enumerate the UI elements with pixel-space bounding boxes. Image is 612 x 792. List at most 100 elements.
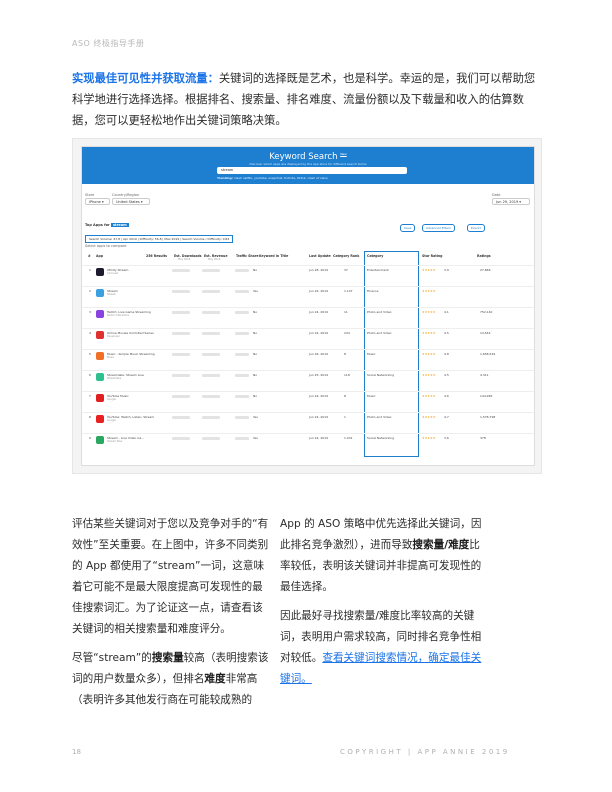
row-keyword-in-title: Yes [253, 436, 258, 440]
country-select[interactable]: United States ▾ [112, 198, 150, 205]
row-last-update: Jun 24, 2019 [309, 289, 329, 293]
row-last-update: Jun 28, 2019 [309, 268, 329, 272]
row-ratings: 1,578,798 [480, 415, 496, 419]
row-last-update: Jun 24, 2019 [309, 331, 329, 335]
col-category-rank[interactable]: Category Rank [333, 254, 359, 258]
document-header: ASO 终极指导手册 [72, 39, 145, 48]
table-row[interactable]: 9 Stream - Live Video Ca... Stream Now Yes J… [82, 433, 534, 445]
blurred-value [235, 416, 249, 419]
row-keyword-in-title: Yes [253, 289, 258, 293]
col-keyword-in-title[interactable]: Keyword in Title [259, 254, 288, 258]
row-last-update: Jun 24, 2019 [309, 436, 329, 440]
row-keyword-in-title: No [253, 268, 258, 272]
blurred-value [172, 332, 190, 335]
top-apps-heading: Top Apps for stream [85, 223, 129, 227]
blurred-value [235, 290, 249, 293]
left-column: 评估某些关键词对于您以及竞争对手的“有效性”至关重要。在上图中，许多不同类别的 … [72, 514, 270, 719]
row-ratings: 4,311 [480, 373, 489, 377]
row-category: Photo and Video [367, 310, 392, 314]
app-icon [96, 288, 104, 297]
top-apps-keyword: stream [110, 223, 129, 227]
row-category: Social Networking [367, 436, 395, 440]
table-row[interactable]: 1 Xfinity Stream Comcast No Jun 28, 2019 37 En… [82, 265, 534, 277]
table-row[interactable]: 7 YouTube Music Google No Jun 24, 2019 8 Music… [82, 391, 534, 403]
blurred-value [172, 374, 190, 377]
col-downloads-sub: May 2019 [178, 258, 191, 261]
blurred-value [172, 311, 190, 314]
row-score: 4.8 [444, 352, 449, 356]
trending-line: Trending: clash netflix, youtube, snapch… [217, 176, 328, 180]
row-keyword-in-title: No [253, 331, 258, 335]
app-icon [96, 414, 104, 423]
row-rank: 9 [89, 436, 91, 440]
row-keyword-in-title: No [253, 310, 258, 314]
row-category-rank: 11 [344, 310, 348, 314]
intro-paragraph: 实现最佳可见性并获取流量：关键词的选择既是艺术，也是科学。幸运的是，我们可以帮助… [72, 68, 542, 131]
table-row[interactable]: 6 Streamlabs: Stream Live Streamlabs No Jun … [82, 370, 534, 382]
blurred-value [172, 290, 190, 293]
row-publisher: Stream [107, 293, 117, 296]
row-category: Entertainment [367, 268, 389, 272]
row-category-rank: 1,031 [344, 436, 353, 440]
app-icon [96, 351, 104, 360]
blurred-value [172, 416, 190, 419]
col-category[interactable]: Category [367, 254, 383, 258]
blurred-value [172, 269, 190, 272]
table-row[interactable]: 8 YouTube: Watch, Listen, Stream Google Yes… [82, 412, 534, 424]
row-category: Photo and Video [367, 415, 392, 419]
save-button[interactable]: Save [400, 224, 416, 232]
star-rating-icon: ★★★★★ [422, 415, 436, 419]
row-publisher: Stream Now [107, 440, 123, 443]
blurred-value [202, 395, 220, 398]
row-score: 4.5 [444, 373, 449, 377]
date-select[interactable]: Jun 29, 2019 ▾ [492, 198, 530, 205]
trending-items: clash netflix, youtube, snapchat, fortni… [234, 176, 328, 180]
advanced-filters-button[interactable]: Advanced Filters [422, 224, 455, 232]
blurred-value [202, 437, 220, 440]
row-publisher: Music [107, 356, 115, 359]
blurred-value [202, 416, 220, 419]
app-icon [96, 309, 104, 318]
row-score: 4.5 [444, 331, 449, 335]
keyword-search-input[interactable]: stream [217, 167, 407, 174]
col-last-update[interactable]: Last Update [309, 254, 331, 258]
export-button[interactable]: Export [467, 224, 485, 232]
trending-label: Trending: [217, 176, 234, 180]
row-publisher: Twitch Interactive [107, 314, 130, 317]
compare-label[interactable]: Select apps to compare [85, 244, 126, 248]
store-select[interactable]: iPhone ▾ [85, 198, 110, 205]
app-icon [96, 330, 104, 339]
row-app-name: Music - Simple Music Streaming [107, 352, 155, 356]
row-ratings: 1,658,529 [480, 352, 496, 356]
row-category-rank: 118 [344, 373, 350, 377]
row-ratings: 378 [480, 436, 486, 440]
row-last-update: Jun 24, 2019 [309, 310, 329, 314]
col-ratings[interactable]: Ratings [477, 254, 491, 258]
row-category: Photo and Video [367, 331, 392, 335]
table-row[interactable]: 4 Online Movies Unlimited Series Developer… [82, 328, 534, 340]
row-ratings: 144,965 [480, 394, 493, 398]
row-score: 3.6 [444, 436, 449, 440]
table-row[interactable]: 5 Music - Simple Music Streaming Music No Ju… [82, 349, 534, 361]
row-category: Finance [367, 289, 379, 293]
app-icon [96, 393, 104, 402]
blurred-value [235, 332, 249, 335]
star-rating-icon: ★★★★★ [422, 373, 436, 377]
chevron-down-icon: ▾ [519, 200, 522, 204]
row-rank: 2 [89, 289, 91, 293]
row-rank: 1 [89, 268, 91, 272]
app-icon [96, 267, 104, 276]
table-row[interactable]: 3 Twitch: Live Game Streaming Twitch Inter… [82, 307, 534, 319]
row-rank: 6 [89, 373, 91, 377]
table-row[interactable]: 2 Stream Stream Yes Jun 24, 2019 1,147 Finance… [82, 286, 534, 298]
blurred-value [172, 395, 190, 398]
search-stats-box: Search Volume: 47.8 | Apr 2019 | Difficu… [85, 235, 234, 243]
right-column: App 的 ASO 策略中优先选择此关键词，因此排名竞争激烈），进而导致搜索量/… [280, 514, 482, 698]
row-category-rank: 1,147 [344, 289, 353, 293]
col-star-rating[interactable]: Star Rating [422, 254, 442, 258]
blurred-value [235, 353, 249, 356]
row-keyword-in-title: No [253, 352, 258, 356]
col-traffic-share[interactable]: Traffic Share [236, 254, 259, 258]
star-rating-icon: ★★★★★ [422, 268, 436, 272]
row-rank: 8 [89, 415, 91, 419]
